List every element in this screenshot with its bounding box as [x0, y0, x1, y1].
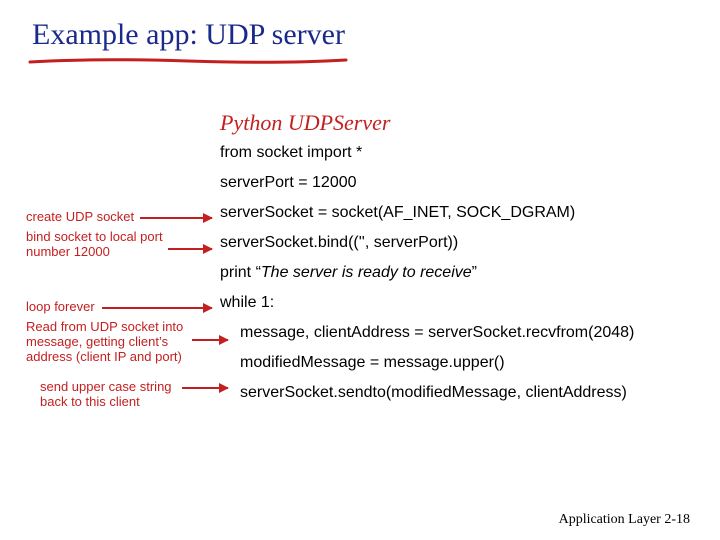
footer-page: 2-18	[664, 512, 690, 527]
slide-title: Example app: UDP server	[32, 18, 345, 52]
annot-bind: bind socket to local port number 12000	[26, 230, 206, 260]
arrow-icon	[182, 387, 228, 389]
title-underline	[28, 56, 348, 68]
code-line-print: print “The server is ready to receive”	[220, 265, 634, 281]
code-subtitle: Python UDPServer	[220, 110, 390, 136]
annot-create-socket: create UDP socket	[26, 210, 134, 225]
code-line-sendto: serverSocket.sendto(modifiedMessage, cli…	[220, 385, 634, 401]
print-suffix: ”	[472, 264, 477, 281]
code-block: from socket import * serverPort = 12000 …	[220, 145, 634, 415]
slide-footer: Application Layer 2-18	[559, 512, 690, 528]
arrow-icon	[192, 339, 228, 341]
annot-loop: loop forever	[26, 300, 95, 315]
print-prefix: print “	[220, 264, 261, 281]
code-line-while: while 1:	[220, 295, 634, 311]
arrow-icon	[168, 248, 212, 250]
arrow-icon	[140, 217, 212, 219]
annot-send: send upper case string back to this clie…	[40, 380, 200, 410]
code-line-recv: message, clientAddress = serverSocket.re…	[220, 325, 634, 341]
code-line-bind: serverSocket.bind(('', serverPort))	[220, 235, 634, 251]
arrow-icon	[102, 307, 212, 309]
code-line-upper: modifiedMessage = message.upper()	[220, 355, 634, 371]
code-line-import: from socket import *	[220, 145, 634, 161]
annot-read: Read from UDP socket into message, getti…	[26, 320, 206, 365]
code-line-socket: serverSocket = socket(AF_INET, SOCK_DGRA…	[220, 205, 634, 221]
code-line-port: serverPort = 12000	[220, 175, 634, 191]
footer-section: Application Layer	[559, 512, 661, 527]
print-message: The server is ready to receive	[261, 264, 472, 281]
